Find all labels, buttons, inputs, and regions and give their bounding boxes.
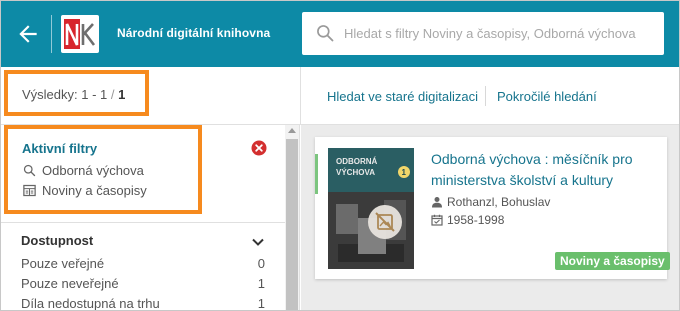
results-count: Výsledky: 1 - 1 / 1 xyxy=(22,87,125,102)
calendar-icon xyxy=(431,214,443,226)
nav-separator xyxy=(485,86,486,106)
results-total: 1 xyxy=(118,87,126,102)
nk-logo[interactable] xyxy=(61,15,99,53)
result-author-name: Rothanzl, Bohuslav xyxy=(447,195,551,209)
facet-row[interactable]: Pouze neveřejné 1 xyxy=(21,276,265,294)
active-filters-panel: Aktivní filtry Odborná výchova Noviny a … xyxy=(4,125,202,214)
doc-type-badge: Noviny a časopisy xyxy=(555,252,670,270)
facet-label: Pouze neveřejné xyxy=(21,276,119,291)
results-separator: / xyxy=(110,87,115,102)
results-count-box: Výsledky: 1 - 1 / 1 xyxy=(4,70,149,116)
active-filters-title: Aktivní filtry xyxy=(22,141,98,156)
active-filter-query-label: Odborná výchova xyxy=(42,163,144,178)
image-unavailable-icon xyxy=(368,205,402,239)
result-years: 1958-1998 xyxy=(431,213,504,227)
column-divider xyxy=(300,67,301,125)
facet-count: 1 xyxy=(257,296,265,311)
thumb-title-line2: VÝCHOVA xyxy=(336,168,375,177)
facet-count: 0 xyxy=(257,256,265,271)
chevron-down-icon[interactable] xyxy=(251,235,265,249)
sidebar-scrollbar[interactable] xyxy=(285,125,299,310)
facet-title-dostupnost[interactable]: Dostupnost xyxy=(21,233,93,248)
advanced-search-link[interactable]: Pokročilé hledání xyxy=(497,89,597,104)
app-header: Národní digitální knihovna xyxy=(1,1,679,67)
result-title[interactable]: Odborná výchova : měsíčník pro ministers… xyxy=(431,149,661,191)
back-arrow-icon[interactable] xyxy=(15,21,41,47)
scrollbar-thumb[interactable] xyxy=(286,139,298,310)
thumb-title-line1: ODBORNÁ xyxy=(336,157,378,166)
card-accent xyxy=(315,154,318,194)
filter-sidebar: Aktivní filtry Odborná výchova Noviny a … xyxy=(1,125,300,311)
results-bar: Výsledky: 1 - 1 / 1 Hledat ve staré digi… xyxy=(1,67,679,125)
facet-row[interactable]: Díla nedostupná na trhu 1 xyxy=(21,296,265,311)
facet-label: Pouze veřejné xyxy=(21,256,105,271)
results-range: 1 - 1 xyxy=(81,87,108,102)
newspaper-icon xyxy=(22,183,37,198)
person-icon xyxy=(431,196,443,208)
clear-filters-icon[interactable] xyxy=(251,140,267,156)
results-area: ODBORNÁ VÝCHOVA 1 Odborná výchova: měsí… xyxy=(301,125,679,310)
header-divider xyxy=(51,15,52,53)
app-title[interactable]: Národní digitální knihovna xyxy=(117,26,270,40)
result-author: Rothanzl, Bohuslav xyxy=(431,195,550,209)
search-icon xyxy=(22,163,37,178)
thumb-issue-number: 1 xyxy=(402,168,407,177)
facet-count: 1 xyxy=(257,276,265,291)
result-years-value: 1958-1998 xyxy=(447,213,505,227)
active-filter-query[interactable]: Odborná výchova xyxy=(22,163,144,178)
search-input[interactable] xyxy=(344,12,656,55)
results-label: Výsledky: xyxy=(22,87,78,102)
result-thumbnail[interactable]: ODBORNÁ VÝCHOVA 1 xyxy=(328,148,414,269)
old-digitization-link[interactable]: Hledat ve staré digitalizaci xyxy=(327,89,478,104)
sidebar-divider xyxy=(1,222,285,223)
facet-label: Díla nedostupná na trhu xyxy=(21,296,160,311)
active-filter-doctype[interactable]: Noviny a časopisy xyxy=(22,183,147,198)
app-frame: Národní digitální knihovna Výsledky: 1 -… xyxy=(0,0,680,311)
search-box[interactable] xyxy=(302,12,664,55)
search-icon xyxy=(315,23,335,43)
active-filter-doctype-label: Noviny a časopisy xyxy=(42,183,147,198)
scroll-up-icon[interactable] xyxy=(288,128,296,133)
facet-row[interactable]: Pouze veřejné 0 xyxy=(21,256,265,274)
result-card[interactable]: ODBORNÁ VÝCHOVA 1 Odborná výchova: měsí… xyxy=(315,137,670,279)
